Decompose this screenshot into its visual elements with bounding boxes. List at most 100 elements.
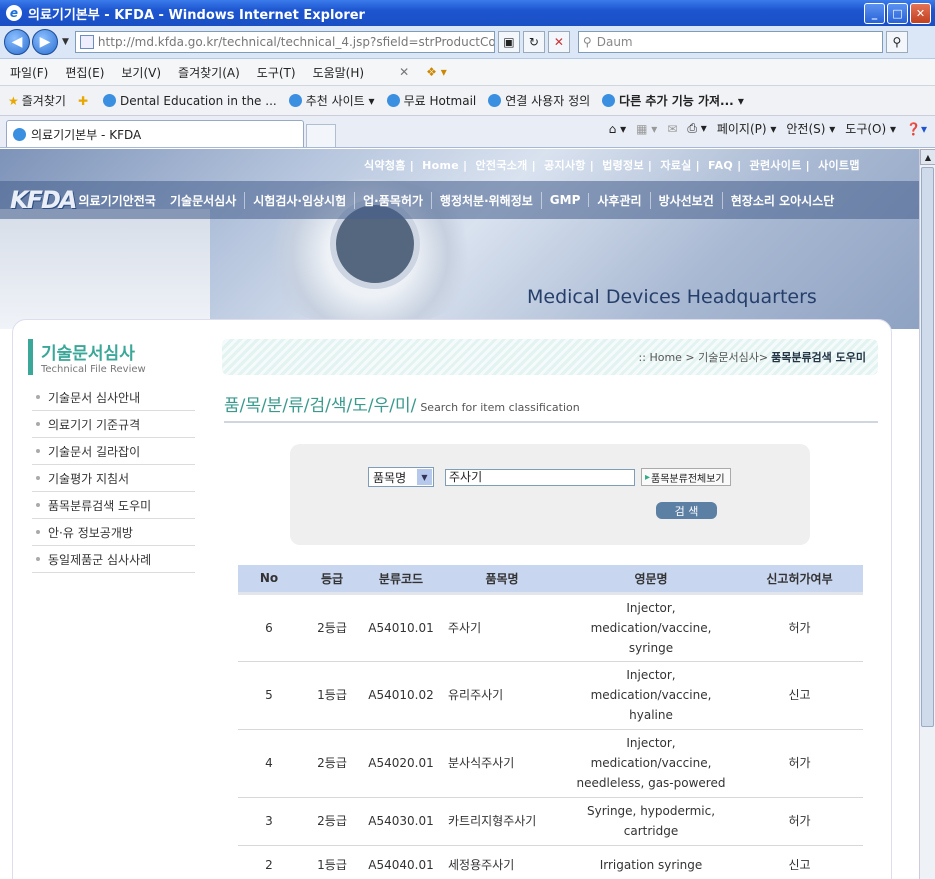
- search-go-button[interactable]: ⚲: [885, 31, 908, 53]
- sidebar-item-guidelines[interactable]: 기술평가 지침서: [32, 465, 195, 492]
- help-icon[interactable]: ❓▾: [906, 122, 927, 136]
- table-row[interactable]: 4 2등급 A54020.01 분사식주사기 Injector, medication/v…: [238, 729, 863, 798]
- toplink-sitemap[interactable]: 사이트맵: [818, 159, 860, 172]
- menu-file[interactable]: 파일(F): [10, 64, 48, 81]
- view-all-button[interactable]: 품목분류전체보기: [641, 468, 731, 486]
- breadcrumb-current: 품목분류검색 도우미: [771, 351, 866, 364]
- cell-name[interactable]: 세정용주사기: [438, 845, 566, 879]
- close-button[interactable]: ✕: [910, 3, 931, 24]
- cell-name[interactable]: 분사식주사기: [438, 729, 566, 798]
- ie-page-icon: [602, 94, 616, 107]
- nav-gmp[interactable]: GMP: [542, 193, 590, 207]
- kfda-logo[interactable]: KFDA 의료기기안전국: [0, 181, 162, 219]
- menu-view[interactable]: 보기(V): [121, 64, 161, 81]
- toplink-data[interactable]: 자료실: [660, 159, 691, 172]
- table-header-row: No 등급 분류코드 품목명 영문명 신고허가여부: [238, 565, 863, 595]
- refresh-icon[interactable]: ↻: [522, 31, 545, 53]
- nav-oasis[interactable]: 현장소리 오아시스단: [723, 192, 843, 209]
- cell-name[interactable]: 주사기: [438, 593, 566, 662]
- forward-button[interactable]: ▶: [32, 29, 58, 55]
- addon-icon[interactable]: ❖ ▾: [426, 65, 447, 79]
- toplink-faq[interactable]: FAQ: [708, 159, 733, 172]
- maximize-button[interactable]: □: [887, 3, 908, 24]
- mail-icon[interactable]: ✉: [667, 122, 677, 136]
- toolbar-close-icon[interactable]: ✕: [399, 65, 409, 79]
- nav-admin-action[interactable]: 행정처분·위해정보: [432, 191, 542, 209]
- history-dropdown-icon[interactable]: ▼: [62, 37, 69, 47]
- vertical-scrollbar[interactable]: ▲: [919, 149, 935, 879]
- stop-icon[interactable]: ✕: [547, 31, 570, 53]
- page-menu[interactable]: 페이지(P) ▾: [717, 120, 777, 137]
- fav-item-custom-links[interactable]: 연결 사용자 정의: [488, 92, 590, 109]
- page-subtitle: Search for item classification: [420, 401, 580, 414]
- sidebar-item-safety-info[interactable]: 안·유 정보공개방: [32, 519, 195, 546]
- home-icon[interactable]: ⌂ ▾: [609, 122, 626, 136]
- english-name-line: Injector,: [626, 668, 676, 682]
- breadcrumb-path[interactable]: :: Home > 기술문서심사>: [639, 349, 769, 365]
- cell-english: Irrigation syringe: [566, 845, 736, 879]
- cell-name[interactable]: 유리주사기: [438, 661, 566, 730]
- cell-code: A54010.01: [364, 593, 438, 662]
- col-name: 품목명: [438, 565, 566, 595]
- nav-technical-review[interactable]: 기술문서심사: [162, 191, 246, 209]
- add-favorite-icon[interactable]: ✚: [78, 94, 91, 108]
- toplink-home[interactable]: Home: [422, 159, 459, 172]
- sidebar-item-standards[interactable]: 의료기기 기준규격: [32, 411, 195, 438]
- keyword-input[interactable]: 주사기: [445, 469, 635, 486]
- safety-menu[interactable]: 안전(S) ▾: [786, 120, 835, 137]
- table-row[interactable]: 5 1등급 A54010.02 유리주사기 Injector, medication/va…: [238, 661, 863, 730]
- search-field-select[interactable]: 품목명 ▼: [368, 467, 434, 487]
- menu-tools[interactable]: 도구(T): [257, 64, 296, 81]
- english-name-line: syringe: [628, 640, 674, 655]
- cell-grade: 2등급: [300, 593, 364, 662]
- cell-grade: 2등급: [300, 729, 364, 798]
- feeds-icon[interactable]: ▦ ▾: [636, 122, 657, 136]
- ie-logo-icon: e: [6, 5, 22, 21]
- sidebar-item-guide[interactable]: 기술문서 심사안내: [32, 384, 195, 411]
- scroll-thumb[interactable]: [921, 167, 934, 727]
- window-titlebar: e 의료기기본부 - KFDA - Windows Internet Explo…: [0, 0, 935, 26]
- menu-help[interactable]: 도움말(H): [313, 64, 365, 81]
- url-input[interactable]: http://md.kfda.go.kr/technical/technical…: [74, 31, 495, 53]
- favorites-button[interactable]: ★ 즐겨찾기: [8, 92, 66, 109]
- sidebar-item-classification-search[interactable]: 품목분류검색 도우미: [32, 492, 195, 519]
- scroll-up-icon[interactable]: ▲: [920, 149, 935, 165]
- tab-kfda[interactable]: 의료기기본부 - KFDA: [6, 120, 304, 147]
- toplink-about[interactable]: 안전국소개: [475, 159, 527, 172]
- cell-code: A54040.01: [364, 845, 438, 879]
- cell-grade: 1등급: [300, 845, 364, 879]
- table-row[interactable]: 2 1등급 A54040.01 세정용주사기 Irrigation syringe 신고: [238, 845, 863, 879]
- fav-item-addons[interactable]: 다른 추가 기능 가져... ▾: [602, 92, 744, 109]
- sidebar-item-case-studies[interactable]: 동일제품군 심사사례: [32, 546, 195, 573]
- main-nav: KFDA 의료기기안전국 기술문서심사 시험검사·임상시험 업·품목허가 행정처…: [0, 181, 919, 219]
- back-button[interactable]: ◀: [4, 29, 30, 55]
- table-row[interactable]: 6 2등급 A54010.01 주사기 Injector, medication/vacc…: [238, 593, 863, 662]
- menu-edit[interactable]: 편집(E): [65, 64, 104, 81]
- cell-grade: 1등급: [300, 661, 364, 730]
- fav-item-dental[interactable]: Dental Education in the ...: [103, 94, 277, 108]
- nav-post-market[interactable]: 사후관리: [589, 191, 651, 209]
- english-name-line: medication/vaccine,: [590, 688, 712, 702]
- toplink-kfda-home[interactable]: 식약청홈: [364, 159, 406, 172]
- nav-testing[interactable]: 시험검사·임상시험: [245, 191, 356, 209]
- menu-favorites[interactable]: 즐겨찾기(A): [178, 64, 240, 81]
- fav-item-suggested[interactable]: 추천 사이트 ▾: [288, 92, 375, 109]
- toplink-related[interactable]: 관련사이트: [750, 159, 802, 172]
- ie-page-icon: [488, 94, 502, 107]
- print-icon[interactable]: ⎙ ▾: [687, 121, 706, 136]
- toplink-law[interactable]: 법령정보: [602, 159, 644, 172]
- nav-radiation[interactable]: 방사선보건: [651, 191, 723, 209]
- table-row[interactable]: 3 2등급 A54030.01 카트리지형주사기 Syringe, hypodermic…: [238, 797, 863, 846]
- fav-item-hotmail[interactable]: 무료 Hotmail: [386, 92, 476, 109]
- cell-name[interactable]: 카트리지형주사기: [438, 797, 566, 846]
- tools-menu[interactable]: 도구(O) ▾: [845, 120, 896, 137]
- toplink-notice[interactable]: 공지사항: [544, 159, 586, 172]
- nav-licensing[interactable]: 업·품목허가: [355, 191, 432, 209]
- new-tab-button[interactable]: [306, 124, 336, 147]
- search-input[interactable]: ⚲ Daum: [577, 31, 883, 53]
- sidebar-item-handbook[interactable]: 기술문서 길라잡이: [32, 438, 195, 465]
- search-button[interactable]: 검 색: [656, 502, 717, 519]
- compat-view-icon[interactable]: ▣: [497, 31, 520, 53]
- col-status: 신고허가여부: [736, 565, 863, 595]
- minimize-button[interactable]: _: [864, 3, 885, 24]
